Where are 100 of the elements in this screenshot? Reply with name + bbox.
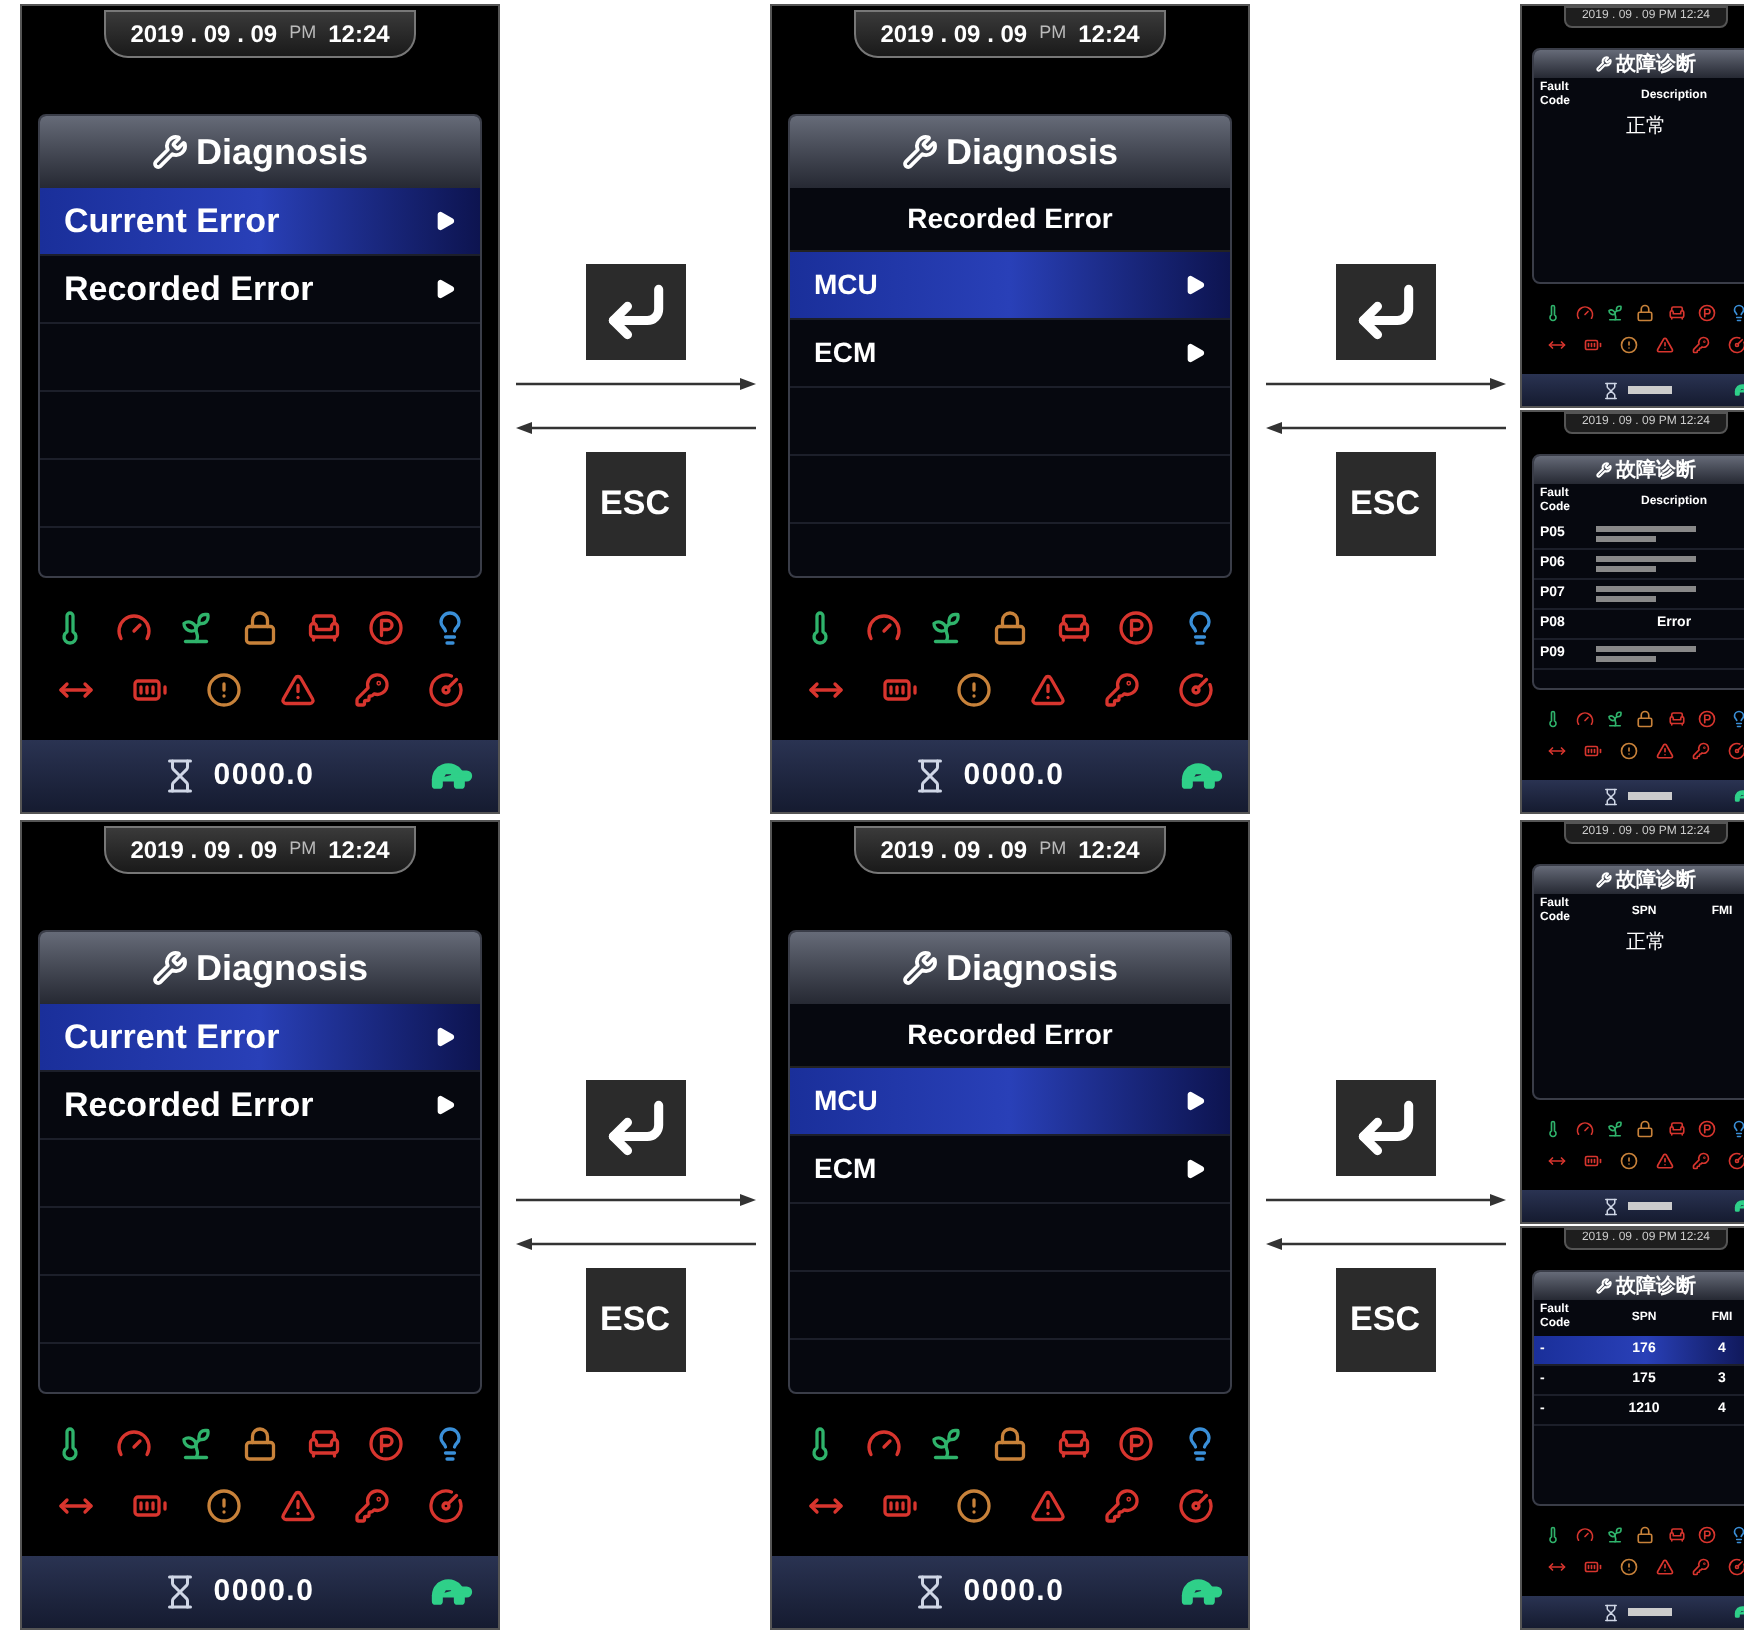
menu-item[interactable]: MCU (790, 1068, 1230, 1136)
illegible-text (1596, 586, 1696, 592)
double-arrow-icon (1547, 335, 1565, 354)
key-icon (353, 671, 389, 708)
warning-triangle-icon (1655, 1151, 1673, 1170)
double-arrow-icon (1547, 1151, 1565, 1170)
battery-icon (1583, 1557, 1601, 1576)
illegible-text (1596, 566, 1656, 572)
panel-title: 故障诊断 (1616, 1272, 1696, 1301)
parking-icon (368, 1426, 405, 1463)
key-icon (1691, 335, 1709, 354)
odometer-reading: 0000.0 (963, 1571, 1065, 1612)
illegible-text (1596, 646, 1696, 652)
hourglass-icon (1601, 381, 1619, 399)
seat-icon (1055, 610, 1092, 647)
illegible-text (1627, 1202, 1671, 1210)
time-text: 12:24 (1078, 18, 1140, 52)
menu-item[interactable]: Current Error (40, 188, 480, 256)
warning-triangle-icon (1029, 671, 1065, 708)
meridiem-text: PM (289, 836, 317, 863)
key-icon (1691, 741, 1709, 760)
seat-icon (305, 610, 342, 647)
parking-icon (1698, 710, 1717, 729)
arrow-right-icon (434, 210, 456, 232)
gauge-icon (1575, 710, 1594, 729)
lock-icon (1636, 1120, 1655, 1139)
date-text: 2019 . 09 . 09 (880, 18, 1028, 52)
enter-key-icon (585, 1079, 685, 1175)
menu-item[interactable]: ECM (790, 1136, 1230, 1204)
meridiem-text: PM (1039, 836, 1067, 863)
lock-icon (241, 1426, 278, 1463)
alert-circle-icon (955, 671, 991, 708)
enter-key-icon (1335, 1079, 1435, 1175)
time-text: 12:24 (328, 18, 390, 52)
lock-icon (241, 610, 278, 647)
seat-icon (1055, 1426, 1092, 1463)
tools-icon (1596, 1278, 1612, 1294)
parking-icon (1698, 304, 1717, 323)
panel-title: Diagnosis (945, 945, 1119, 992)
alert-circle-icon (205, 671, 241, 708)
arrow-right-icon (434, 1026, 456, 1048)
double-arrow-icon (1547, 1557, 1565, 1576)
sprout-icon (178, 1426, 215, 1463)
odometer-reading: 0000.0 (963, 755, 1065, 796)
menu-item[interactable]: Current Error (40, 1004, 480, 1072)
headlight-icon (1729, 1526, 1744, 1545)
tools-icon (151, 134, 188, 170)
alert-circle-icon (1619, 335, 1637, 354)
parking-icon (1698, 1120, 1717, 1139)
sprout-icon (928, 610, 965, 647)
menu-item[interactable]: ECM (790, 320, 1230, 388)
illegible-text (1596, 556, 1696, 562)
menu-item[interactable]: MCU (790, 252, 1230, 320)
hourglass-icon (1601, 1603, 1619, 1621)
enter-key-icon (1335, 263, 1435, 359)
esc-key: ESC (585, 1267, 685, 1371)
illegible-text (1627, 792, 1671, 800)
arrow-right-icon (1184, 1158, 1206, 1180)
esc-key: ESC (1335, 1267, 1435, 1371)
alert-circle-icon (1619, 1557, 1637, 1576)
tools-icon (151, 950, 188, 986)
hourglass-icon (1601, 1197, 1619, 1215)
status-message: 正常 (1626, 929, 1666, 957)
gauge-icon (427, 1487, 463, 1524)
alert-circle-icon (1619, 741, 1637, 760)
panel-title: Diagnosis (195, 945, 369, 992)
headlight-icon (1729, 304, 1744, 323)
tools-icon (901, 950, 938, 986)
arrow-right-icon (434, 1094, 456, 1116)
headlight-icon (1729, 1120, 1744, 1139)
alert-circle-icon (1619, 1151, 1637, 1170)
warning-triangle-icon (1655, 741, 1673, 760)
panel-title: 故障诊断 (1616, 50, 1696, 79)
key-icon (1691, 1557, 1709, 1576)
gauge-icon (1575, 1526, 1594, 1545)
menu-item[interactable]: Recorded Error (40, 256, 480, 324)
seat-icon (1667, 304, 1686, 323)
illegible-text (1596, 526, 1696, 532)
parking-icon (1118, 610, 1155, 647)
illegible-text (1627, 386, 1671, 394)
parking-icon (1698, 1526, 1717, 1545)
battery-icon (1583, 1151, 1601, 1170)
gauge-icon (427, 671, 463, 708)
gauge-icon (1575, 1120, 1594, 1139)
parking-icon (1118, 1426, 1155, 1463)
gauge-icon (1575, 304, 1594, 323)
gauge-icon (1727, 335, 1744, 354)
panel-subtitle: Recorded Error (907, 1016, 1113, 1054)
warning-triangle-icon (279, 1487, 315, 1524)
menu-item[interactable]: Recorded Error (40, 1072, 480, 1140)
lock-icon (991, 610, 1028, 647)
status-message: 正常 (1626, 113, 1666, 141)
sprout-icon (1606, 304, 1625, 323)
alert-circle-icon (205, 1487, 241, 1524)
key-icon (353, 1487, 389, 1524)
key-icon (1103, 671, 1139, 708)
gauge-icon (1727, 1557, 1744, 1576)
illegible-text (1596, 596, 1656, 602)
seat-icon (305, 1426, 342, 1463)
date-text: 2019 . 09 . 09 (130, 834, 278, 868)
